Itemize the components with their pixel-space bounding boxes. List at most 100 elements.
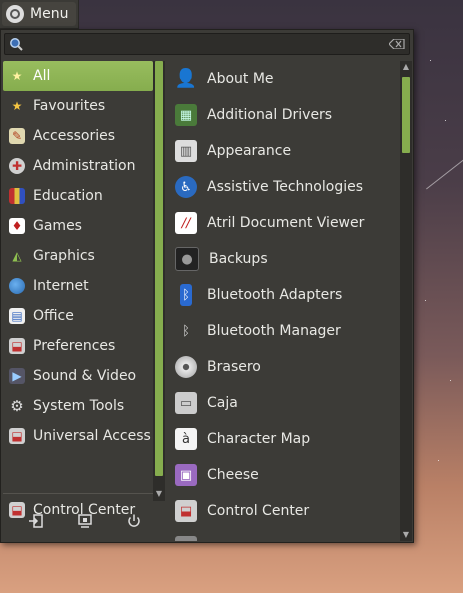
app-bluetooth-adapters[interactable]: ᛒ Bluetooth Adapters [171,277,399,313]
all-icon: ★ [11,69,23,83]
character-map-icon: à [175,428,197,450]
category-favourites[interactable]: ★ Favourites [3,91,153,121]
control-center-icon: ⬓ [175,500,197,522]
category-list: ★ All ★ Favourites ✎ Accessories ✚ Admin… [3,61,153,451]
category-label: Sound & Video [33,368,137,384]
app-label: Caja [207,395,238,411]
search-icon[interactable] [9,37,23,51]
category-accessories[interactable]: ✎ Accessories [3,121,153,151]
category-universal-access[interactable]: ⬓ Universal Access [3,421,153,451]
lock-screen-icon [78,514,92,528]
menu-button-label: Menu [30,6,69,22]
category-games[interactable]: ♦ Games [3,211,153,241]
app-label: Bluetooth Manager [207,323,341,339]
app-label: Brasero [207,359,261,375]
app-label: Atril Document Viewer [207,215,365,231]
category-education[interactable]: Education [3,181,153,211]
category-label: Accessories [33,128,116,144]
control-center-icon: ⬓ [9,502,25,518]
app-label: Assistive Technologies [207,179,364,195]
app-assistive-technologies[interactable]: ♿ Assistive Technologies [171,169,399,205]
partial-item-icon [175,536,197,541]
desktop-star [425,300,426,301]
globe-icon [9,278,25,294]
games-icon: ♦ [9,218,25,234]
app-label: About Me [207,71,274,87]
category-preferences[interactable]: ⬓ Preferences [3,331,153,361]
app-backups[interactable]: ● Backups [171,241,399,277]
category-office[interactable]: ▤ Office [3,301,153,331]
universal-access-icon: ⬓ [9,428,25,444]
category-label: System Tools [33,398,125,414]
app-brasero[interactable]: Brasero [171,349,399,385]
category-divider [3,493,153,494]
application-menu: ★ All ★ Favourites ✎ Accessories ✚ Admin… [0,29,414,543]
category-internet[interactable]: Internet [3,271,153,301]
document-viewer-icon: ∕∕ [175,212,197,234]
app-additional-drivers[interactable]: ▦ Additional Drivers [171,97,399,133]
driver-chip-icon: ▦ [175,104,197,126]
menu-button[interactable]: Menu [2,2,76,26]
app-caja[interactable]: ▭ Caja [171,385,399,421]
application-scrollbar[interactable]: ▲ ▼ [400,61,412,541]
category-administration[interactable]: ✚ Administration [3,151,153,181]
bluetooth-icon: ᛒ [182,323,190,339]
file-cabinet-icon: ▭ [175,392,197,414]
category-system-tools[interactable]: ⚙ System Tools [3,391,153,421]
ubuntu-logo-icon [6,5,24,23]
accessories-icon: ✎ [9,128,25,144]
app-partial-item[interactable] [171,529,399,541]
lock-screen-button[interactable] [74,510,96,532]
administration-icon: ✚ [9,158,25,174]
search-input[interactable] [27,35,381,55]
logout-icon [29,514,43,528]
desktop-star [450,380,451,381]
appearance-icon: ▥ [175,140,197,162]
category-label: Favourites [33,98,106,114]
logout-button[interactable] [25,510,47,532]
desktop-shooting-star [426,151,463,190]
scroll-down-arrow-icon[interactable]: ▼ [153,487,165,501]
desktop-star [445,120,446,121]
shutdown-button[interactable] [123,510,145,532]
session-buttons [25,510,145,532]
app-appearance[interactable]: ▥ Appearance [171,133,399,169]
app-label: Bluetooth Adapters [207,287,343,303]
app-label: Additional Drivers [207,107,333,123]
app-label: Cheese [207,467,259,483]
category-label: Games [33,218,82,234]
webcam-icon: ▣ [175,464,197,486]
category-sound-video[interactable]: ▶ Sound & Video [3,361,153,391]
education-icon [9,188,25,204]
category-label: All [33,68,51,84]
office-icon: ▤ [9,308,25,324]
app-character-map[interactable]: à Character Map [171,421,399,457]
user-icon: 👤 [174,68,198,89]
application-scrollbar-thumb[interactable] [402,77,410,153]
clear-search-icon[interactable] [389,39,405,49]
category-scrollbar-thumb[interactable] [155,61,163,476]
category-label: Preferences [33,338,116,354]
disc-icon [175,356,197,378]
category-scrollbar[interactable]: ▼ [153,61,165,501]
scroll-up-arrow-icon[interactable]: ▲ [400,61,412,73]
category-graphics[interactable]: ◭ Graphics [3,241,153,271]
app-cheese[interactable]: ▣ Cheese [171,457,399,493]
category-label: Education [33,188,103,204]
app-label: Backups [209,251,268,267]
desktop-star [430,60,431,61]
desktop-star [438,460,439,461]
category-all[interactable]: ★ All [3,61,153,91]
power-icon [128,514,140,527]
app-bluetooth-manager[interactable]: ᛒ Bluetooth Manager [171,313,399,349]
backup-safe-icon: ● [175,247,199,271]
preferences-icon: ⬓ [9,338,25,354]
star-icon: ★ [11,99,23,113]
app-atril-document-viewer[interactable]: ∕∕ Atril Document Viewer [171,205,399,241]
app-label: Appearance [207,143,292,159]
graphics-icon: ◭ [12,249,22,263]
app-about-me[interactable]: 👤 About Me [171,61,399,97]
app-control-center[interactable]: ⬓ Control Center [171,493,399,529]
gear-icon: ⚙ [10,396,24,415]
scroll-down-arrow-icon[interactable]: ▼ [400,529,412,541]
